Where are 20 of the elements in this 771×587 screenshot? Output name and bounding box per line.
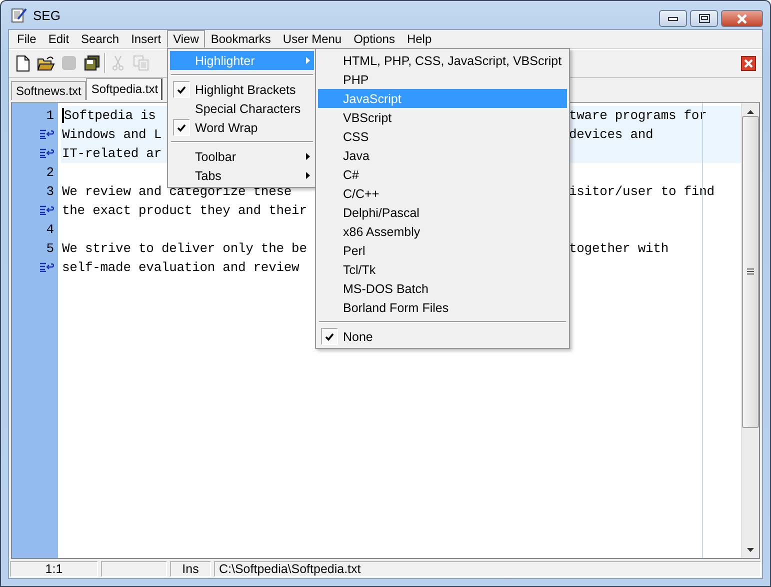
- text-line: IT-related ar: [62, 146, 162, 161]
- text-line: the exact product they and their: [62, 202, 307, 218]
- file-path: C:\Softpedia\Softpedia.txt: [214, 560, 761, 577]
- cursor-position: 1:1: [10, 560, 98, 577]
- text-line: Windows and L: [62, 126, 162, 142]
- insert-mode: Ins: [170, 560, 211, 577]
- window-title: SEG: [33, 8, 60, 22]
- text-line: We strive to deliver only the be: [62, 240, 307, 256]
- text-line: self-made evaluation and review: [62, 260, 300, 275]
- line-number: 3: [46, 184, 54, 199]
- line-number: 4: [46, 222, 54, 237]
- text-line: together with: [569, 240, 668, 256]
- line-number: 2: [46, 164, 54, 180]
- text-line: devices and: [569, 126, 654, 142]
- line-number: 1: [46, 108, 54, 123]
- text-line: tware programs for: [569, 108, 707, 123]
- text-line: Softpedia is: [62, 108, 156, 123]
- line-number: 5: [46, 240, 54, 256]
- text-line: isitor/user to find: [569, 184, 714, 199]
- text-line: We review and categorize these: [62, 184, 292, 199]
